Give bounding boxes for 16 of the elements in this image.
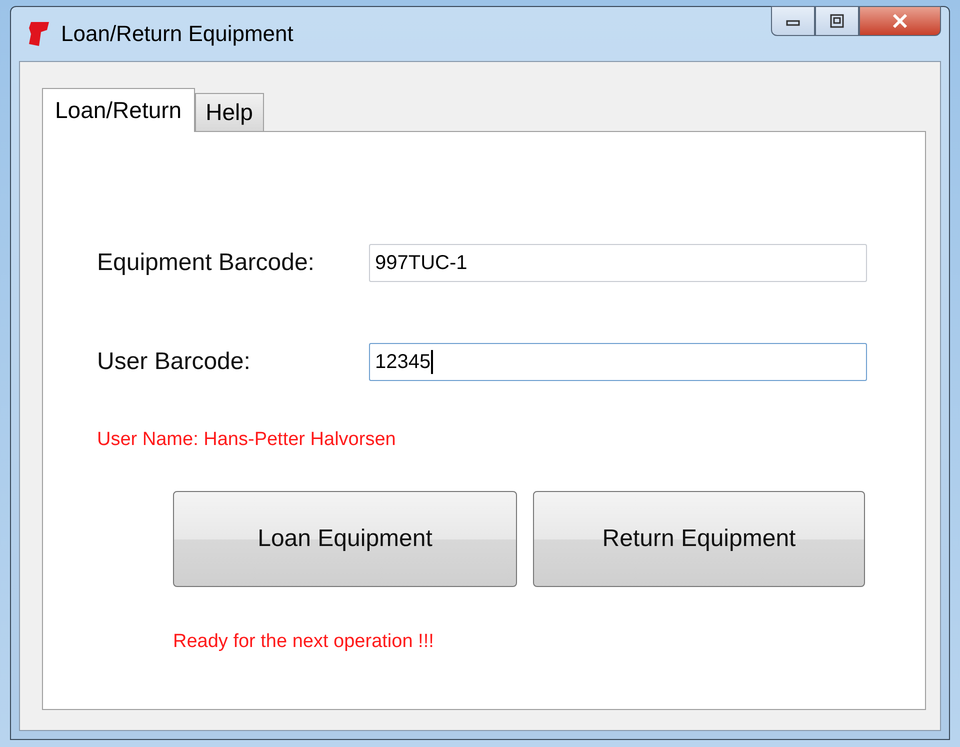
action-button[interactable]: Return Equipment (533, 491, 865, 587)
minimize-button[interactable] (771, 6, 815, 36)
input-field[interactable]: 997TUC-1 (369, 244, 867, 282)
user-name-text: User Name: Hans-Petter Halvorsen (97, 429, 397, 451)
tab[interactable]: Loan/Return (42, 88, 195, 132)
field-label: User Barcode: (97, 348, 252, 376)
input-field[interactable]: 12345 (369, 343, 867, 381)
maximize-button[interactable] (815, 6, 859, 36)
field-label: Equipment Barcode: (97, 249, 316, 277)
action-button[interactable]: Loan Equipment (173, 491, 517, 587)
tab[interactable]: Help (194, 93, 264, 131)
close-icon (891, 13, 909, 29)
status-message: Ready for the next operation !!! (173, 631, 435, 653)
close-button[interactable] (859, 6, 941, 36)
window-title: Loan/Return Equipment (61, 21, 294, 47)
maximize-icon (829, 14, 845, 28)
